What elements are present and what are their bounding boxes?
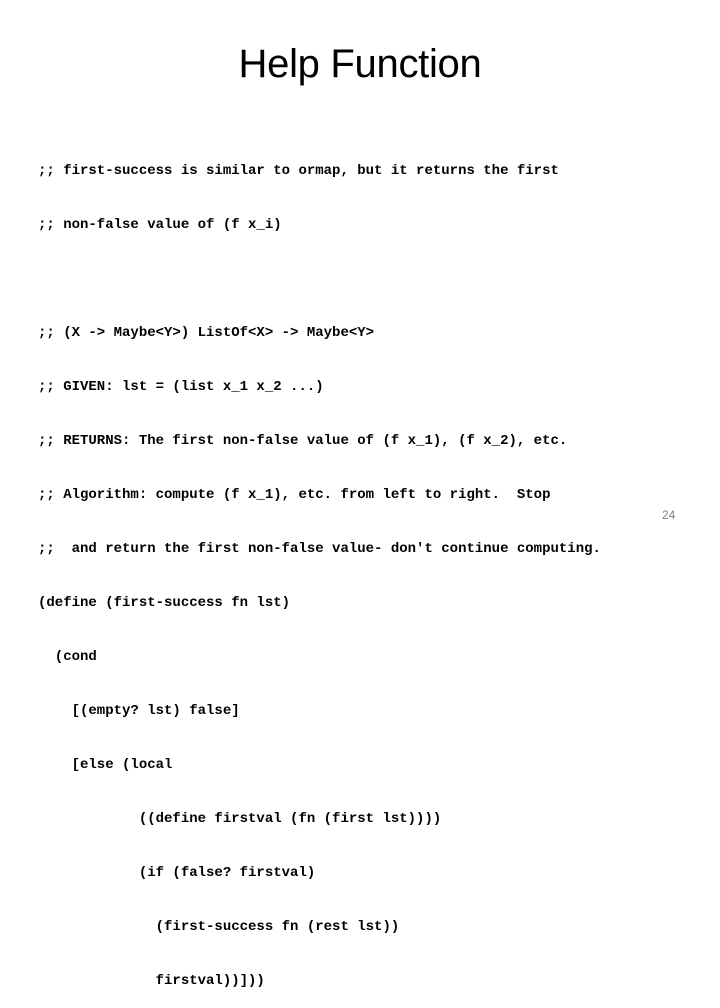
- slide-title: Help Function: [238, 42, 482, 86]
- code-block: ;; first-success is similar to ormap, bu…: [38, 126, 601, 1008]
- code-line: (if (false? firstval): [38, 865, 316, 881]
- code-line: (first-success fn (rest lst)): [38, 919, 400, 935]
- code-signature-line: ;; (X -> Maybe<Y>) ListOf<X> -> Maybe<Y>: [38, 325, 375, 341]
- code-line: [else (local: [38, 757, 173, 773]
- code-line: firstval))])): [38, 973, 265, 989]
- page-number: 24: [662, 508, 676, 522]
- code-comment-line: ;; non-false value of (f x_i): [38, 217, 282, 233]
- code-comment-line: ;; first-success is similar to ormap, bu…: [38, 163, 559, 179]
- code-line: (cond: [38, 649, 97, 665]
- code-line: ((define firstval (fn (first lst)))): [38, 811, 442, 827]
- code-returns-line: ;; RETURNS: The first non-false value of…: [38, 433, 568, 449]
- code-algorithm-line: ;; and return the first non-false value-…: [38, 541, 601, 557]
- code-line: [(empty? lst) false]: [38, 703, 240, 719]
- code-define-line: (define (first-success fn lst): [38, 595, 291, 611]
- code-algorithm-line: ;; Algorithm: compute (f x_1), etc. from…: [38, 487, 551, 503]
- code-given-line: ;; GIVEN: lst = (list x_1 x_2 ...): [38, 379, 324, 395]
